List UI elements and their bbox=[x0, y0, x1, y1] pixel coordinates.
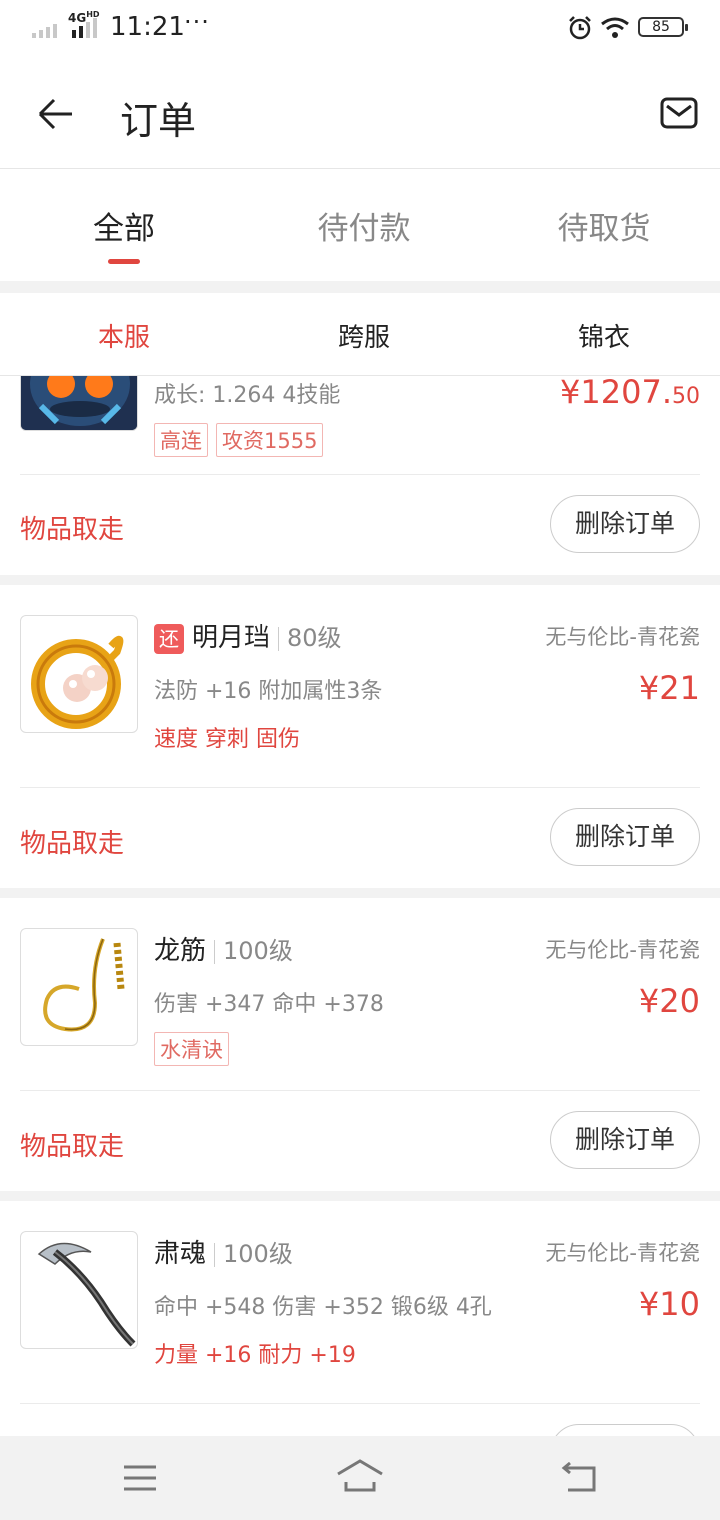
item-name: 肃魂 bbox=[154, 1239, 207, 1269]
item-thumbnail[interactable] bbox=[20, 615, 138, 733]
tab-pending-pickup[interactable]: 待取货 bbox=[484, 203, 720, 248]
signal-bar-2 bbox=[86, 22, 90, 38]
signal-bar bbox=[39, 30, 43, 38]
whip-image-icon bbox=[43, 938, 125, 1032]
page-title: 订单 bbox=[120, 99, 197, 143]
scythe-image-icon bbox=[37, 1242, 136, 1347]
mail-icon[interactable] bbox=[660, 96, 698, 130]
item-special-attributes: 力量 +16 耐力 +19 bbox=[154, 1343, 356, 1368]
more-notifications-icon: ··· bbox=[184, 8, 210, 36]
signal-bar bbox=[46, 27, 50, 38]
divider bbox=[20, 1090, 700, 1091]
delete-order-button[interactable]: 删除订单 bbox=[550, 1111, 700, 1169]
server-name: 无与伦比-青花瓷 bbox=[545, 938, 700, 962]
item-name: 龙筋 bbox=[154, 936, 207, 966]
order-tabs: 全部 待付款 待取货 bbox=[0, 169, 720, 281]
item-level: 100级 bbox=[223, 1240, 293, 1268]
pet-image-icon bbox=[21, 375, 137, 430]
subtab-cross-server[interactable]: 跨服 bbox=[244, 317, 484, 354]
item-level: 100级 bbox=[223, 937, 293, 965]
item-level: 80级 bbox=[287, 624, 342, 652]
alarm-icon bbox=[569, 16, 591, 40]
separator bbox=[214, 939, 216, 964]
status-bar: 4GHD 11:21 ··· 85 bbox=[0, 0, 720, 58]
order-card: 还明月珰 80级 无与伦比-青花瓷 法防 +16 附加属性3条 ¥21 速度 穿刺… bbox=[0, 585, 720, 888]
item-name-row: 还明月珰 80级 bbox=[154, 617, 342, 654]
header-bar: 订单 bbox=[0, 58, 720, 169]
item-attributes: 伤害 +347 命中 +378 bbox=[154, 992, 384, 1017]
divider bbox=[20, 474, 700, 475]
item-tag: 高连 bbox=[154, 423, 208, 457]
order-status: 物品取走 bbox=[20, 829, 125, 859]
delete-order-button[interactable]: 删除订单 bbox=[550, 495, 700, 553]
divider bbox=[20, 1403, 700, 1404]
earring-image-icon bbox=[31, 635, 124, 729]
subtab-outfit[interactable]: 锦衣 bbox=[484, 317, 720, 354]
separator bbox=[214, 1242, 216, 1267]
item-attributes: 法防 +16 附加属性3条 bbox=[154, 679, 383, 704]
clock: 11:21 bbox=[110, 12, 185, 42]
tab-pending-payment[interactable]: 待付款 bbox=[244, 203, 484, 248]
home-icon[interactable] bbox=[336, 1458, 384, 1492]
delete-order-button[interactable]: 删除订单 bbox=[550, 808, 700, 866]
tab-all[interactable]: 全部 bbox=[4, 203, 244, 248]
item-name-row: 肃魂 100级 bbox=[154, 1233, 293, 1270]
item-price: ¥10 bbox=[638, 1285, 700, 1323]
back-arrow-icon[interactable] bbox=[36, 94, 76, 134]
server-filter-tabs: 本服 跨服 锦衣 bbox=[0, 293, 720, 376]
subtab-local-server[interactable]: 本服 bbox=[4, 317, 244, 354]
menu-icon[interactable] bbox=[122, 1464, 158, 1492]
item-special-attributes: 速度 穿刺 固伤 bbox=[154, 727, 300, 752]
order-card: 成长: 1.264 4技能 ¥1207.50 高连 攻资1555 物品取走 删除订… bbox=[0, 375, 720, 575]
back-nav-icon[interactable] bbox=[560, 1462, 600, 1494]
order-card: 龙筋 100级 无与伦比-青花瓷 伤害 +347 命中 +378 ¥20 水清诀 … bbox=[0, 898, 720, 1191]
tag-list: 水清诀 bbox=[154, 1032, 237, 1066]
system-nav-bar bbox=[0, 1436, 720, 1520]
order-list[interactable]: 成长: 1.264 4技能 ¥1207.50 高连 攻资1555 物品取走 删除订… bbox=[0, 375, 720, 1436]
signal-bar bbox=[53, 24, 57, 38]
tag-list: 高连 攻资1555 bbox=[154, 423, 331, 457]
item-tag: 攻资1555 bbox=[216, 423, 324, 457]
item-thumbnail[interactable] bbox=[20, 375, 138, 431]
divider bbox=[20, 787, 700, 788]
separator bbox=[278, 626, 280, 651]
item-name: 明月珰 bbox=[192, 623, 271, 653]
item-name-row: 龙筋 100级 bbox=[154, 930, 293, 967]
item-tag: 水清诀 bbox=[154, 1032, 229, 1066]
item-attributes: 成长: 1.264 4技能 bbox=[154, 383, 341, 408]
item-attributes: 命中 +548 伤害 +352 锻6级 4孔 bbox=[154, 1295, 492, 1320]
order-card: 肃魂 100级 无与伦比-青花瓷 命中 +548 伤害 +352 锻6级 4孔 ¥… bbox=[0, 1201, 720, 1436]
delete-order-button[interactable] bbox=[550, 1424, 700, 1436]
item-price: ¥21 bbox=[638, 669, 700, 707]
wifi-icon bbox=[601, 17, 629, 38]
signal-bar bbox=[32, 33, 36, 38]
item-price: ¥1207.50 bbox=[560, 375, 700, 411]
active-tab-indicator bbox=[108, 259, 140, 264]
server-name: 无与伦比-青花瓷 bbox=[545, 1241, 700, 1265]
item-thumbnail[interactable] bbox=[20, 928, 138, 1046]
server-name: 无与伦比-青花瓷 bbox=[545, 625, 700, 649]
item-price: ¥20 bbox=[638, 982, 700, 1020]
order-status: 物品取走 bbox=[20, 1132, 125, 1162]
signal-bar-2 bbox=[72, 30, 76, 38]
signal-bar-2 bbox=[93, 18, 97, 38]
signal-bar-2 bbox=[79, 26, 83, 38]
battery-indicator: 85 bbox=[638, 17, 688, 37]
return-badge: 还 bbox=[154, 623, 184, 654]
item-thumbnail[interactable] bbox=[20, 1231, 138, 1349]
order-status: 物品取走 bbox=[20, 515, 125, 545]
